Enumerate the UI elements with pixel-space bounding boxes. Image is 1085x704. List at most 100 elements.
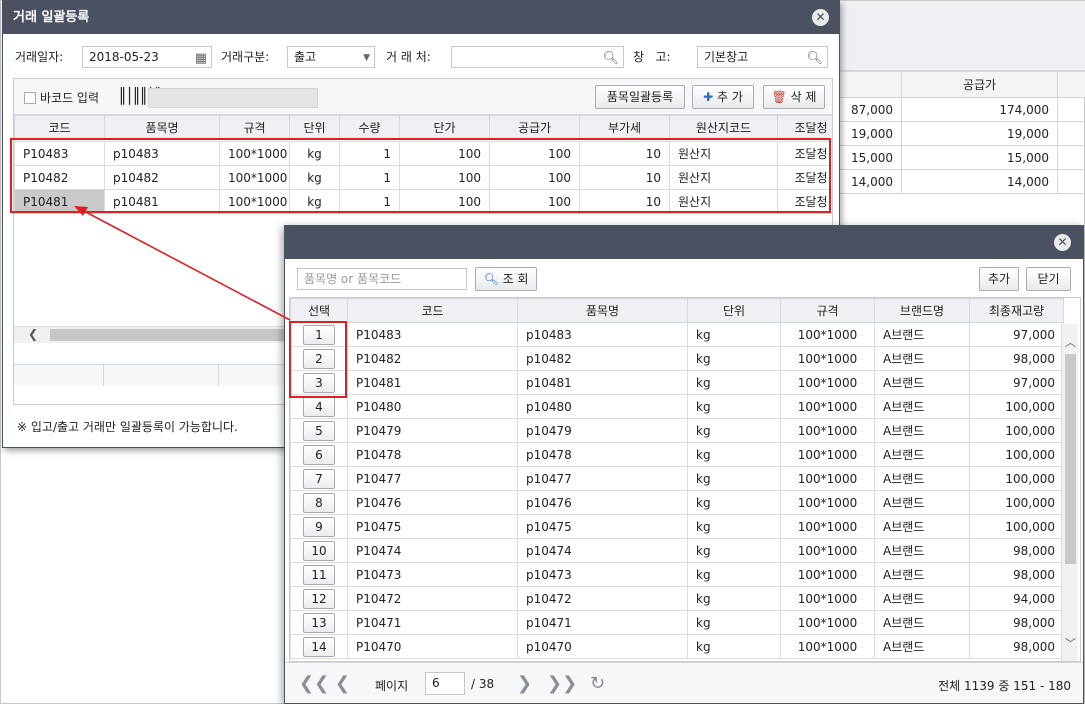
cell-name[interactable]: p10474 [517, 538, 688, 563]
cell-unit[interactable]: kg [687, 418, 781, 443]
cell-code[interactable]: P10482 [347, 346, 518, 371]
cell-spec[interactable]: 100*1000 [780, 322, 875, 347]
cell-name[interactable]: p10476 [517, 490, 688, 515]
table-row[interactable]: 12 P10472 p10472 kg 100*1000 A브랜드 94,000 [290, 586, 1064, 611]
select-row-button[interactable]: 3 [303, 372, 335, 393]
cell-name[interactable]: p10478 [517, 442, 688, 467]
cell-spec[interactable]: 100*1000 [780, 370, 875, 395]
cell-select[interactable]: 11 [290, 562, 348, 587]
select-row-button[interactable]: 4 [303, 396, 335, 417]
partner-field[interactable]: 🔍︎ [451, 46, 624, 68]
cell-code[interactable]: P10481 [347, 370, 518, 395]
last-page-icon[interactable]: ❯❯ [547, 673, 577, 694]
table-row[interactable]: 2 P10482 p10482 kg 100*1000 A브랜드 98,000 [290, 346, 1064, 371]
cell-code[interactable]: P10483 [14, 141, 105, 166]
cell-name[interactable]: p10480 [517, 394, 688, 419]
table-row[interactable]: 15,000 15,000 [839, 145, 1085, 170]
cell-code[interactable]: P10470 [347, 634, 518, 659]
table-row[interactable]: 14 P10470 p10470 kg 100*1000 A브랜드 98,000 [290, 634, 1064, 659]
select-row-button[interactable]: 9 [303, 516, 335, 537]
cell-gov[interactable]: 조달청 [777, 141, 832, 166]
cell-origin[interactable]: 원산지 [669, 165, 778, 190]
col-supply[interactable]: 공급가 [489, 115, 580, 140]
cell-name[interactable]: p10471 [517, 610, 688, 635]
table-row[interactable]: 14,000 14,000 [839, 169, 1085, 194]
col-spec[interactable]: 규격 [780, 298, 875, 323]
cell-select[interactable]: 5 [290, 418, 348, 443]
select-row-button[interactable]: 6 [303, 444, 335, 465]
cell-select[interactable]: 7 [290, 466, 348, 491]
warehouse-field[interactable]: 기본창고 🔍︎ [697, 46, 828, 68]
cell-spec[interactable]: 100*1000 [780, 538, 875, 563]
cell-select[interactable]: 1 [290, 322, 348, 347]
col-unit[interactable]: 단위 [687, 298, 781, 323]
cell-select[interactable]: 6 [290, 442, 348, 467]
cell-spec[interactable]: 100*1000 [780, 418, 875, 443]
close-button[interactable]: 닫기 [1026, 267, 1071, 291]
cell-spec[interactable]: 100*1000 [219, 189, 290, 214]
cell-brand[interactable]: A브랜드 [874, 514, 970, 539]
cell-stock[interactable]: 98,000 [969, 538, 1064, 563]
chevron-up-icon[interactable]: ︿ [1065, 334, 1076, 350]
cell-unit[interactable]: kg [687, 610, 781, 635]
select-row-button[interactable]: 8 [303, 492, 335, 513]
cell-name[interactable]: p10482 [517, 346, 688, 371]
cell-unit[interactable]: kg [289, 141, 340, 166]
cell-stock[interactable]: 100,000 [969, 394, 1064, 419]
cell-name[interactable]: p10479 [517, 418, 688, 443]
close-icon[interactable]: ✕ [812, 9, 829, 26]
cell-brand[interactable]: A브랜드 [874, 322, 970, 347]
col-price[interactable]: 단가 [399, 115, 490, 140]
cell-unit[interactable]: kg [687, 514, 781, 539]
select-row-button[interactable]: 2 [303, 348, 335, 369]
cell-unit[interactable]: kg [687, 538, 781, 563]
table-row[interactable]: 19,000 19,000 [839, 121, 1085, 146]
col-brand[interactable]: 브랜드명 [874, 298, 970, 323]
select-row-button[interactable]: 13 [303, 612, 335, 633]
cell-spec[interactable]: 100*1000 [780, 634, 875, 659]
cell-unit[interactable]: kg [687, 322, 781, 347]
cell-stock[interactable]: 97,000 [969, 322, 1064, 347]
cell-select[interactable]: 13 [290, 610, 348, 635]
cell-stock[interactable]: 100,000 [969, 442, 1064, 467]
cell-unit[interactable]: kg [289, 165, 340, 190]
cell-stock[interactable]: 100,000 [969, 466, 1064, 491]
date-field[interactable]: 2018-05-23 ▦ [82, 46, 212, 68]
calendar-icon[interactable]: ▦ [195, 49, 207, 69]
close-icon[interactable]: ✕ [1054, 234, 1071, 251]
col-name[interactable]: 품목명 [104, 115, 220, 140]
cell-supply[interactable]: 100 [489, 189, 580, 214]
type-select[interactable]: 출고 ▼ [287, 46, 375, 68]
refresh-icon[interactable]: ↻ [590, 673, 605, 694]
col-code[interactable]: 코드 [14, 115, 105, 140]
cell-spec[interactable]: 100*1000 [780, 442, 875, 467]
select-row-button[interactable]: 10 [303, 540, 335, 561]
cell-name[interactable]: p10470 [517, 634, 688, 659]
cell-unit[interactable]: kg [687, 394, 781, 419]
cell-spec[interactable]: 100*1000 [780, 394, 875, 419]
vertical-scrollbar[interactable]: ︿ ﹀ [1061, 324, 1078, 661]
cell-select[interactable]: 12 [290, 586, 348, 611]
cell-gov[interactable]: 조달청 [777, 189, 832, 214]
item-search-input[interactable]: 품목명 or 품목코드 [297, 268, 467, 290]
table-row[interactable]: 7 P10477 p10477 kg 100*1000 A브랜드 100,000 [290, 466, 1064, 491]
delete-button[interactable]: 🗑︎ 삭 제 [763, 85, 825, 109]
cell-select[interactable]: 14 [290, 634, 348, 659]
cell-vat[interactable]: 10 [579, 189, 670, 214]
search-icon[interactable]: 🔍︎ [806, 49, 823, 69]
cell-spec[interactable]: 100*1000 [780, 346, 875, 371]
cell-spec[interactable]: 100*1000 [219, 141, 290, 166]
cell-brand[interactable]: A브랜드 [874, 562, 970, 587]
cell-brand[interactable]: A브랜드 [874, 490, 970, 515]
cell-code[interactable]: P10478 [347, 442, 518, 467]
cell-code[interactable]: P10473 [347, 562, 518, 587]
col-gov[interactable]: 조달청 [777, 115, 832, 140]
cell-brand[interactable]: A브랜드 [874, 442, 970, 467]
cell-stock[interactable]: 97,000 [969, 370, 1064, 395]
cell-spec[interactable]: 100*1000 [780, 514, 875, 539]
cell-code[interactable]: P10477 [347, 466, 518, 491]
select-row-button[interactable]: 5 [303, 420, 335, 441]
search-icon[interactable]: 🔍︎ [602, 49, 619, 69]
cell-select[interactable]: 4 [290, 394, 348, 419]
table-row[interactable]: 1 P10483 p10483 kg 100*1000 A브랜드 97,000 [290, 322, 1064, 347]
